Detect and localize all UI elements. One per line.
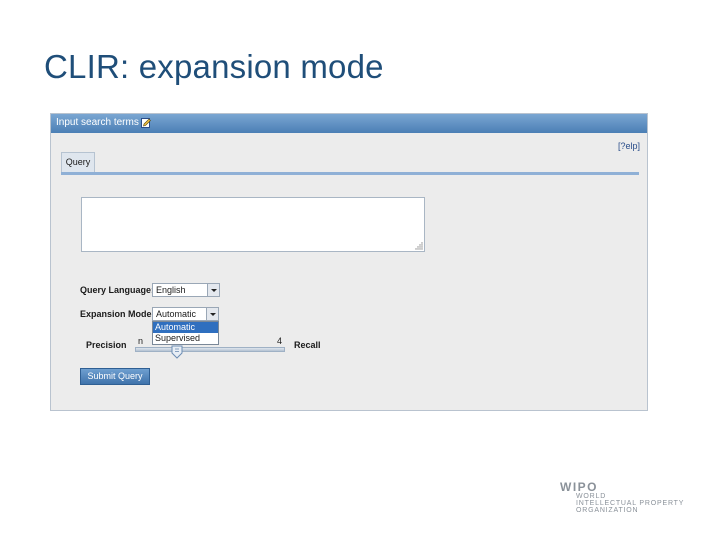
recall-label: Recall <box>294 340 321 350</box>
panel-title: Input search terms <box>56 117 139 128</box>
query-language-select[interactable]: English <box>152 283 220 297</box>
query-language-label: Query Language: <box>80 285 155 295</box>
query-language-value: English <box>156 285 186 295</box>
chevron-down-icon[interactable] <box>207 284 219 296</box>
help-link[interactable]: [?elp] <box>618 141 640 151</box>
panel-header: Input search terms <box>51 114 647 133</box>
expansion-mode-value: Automatic <box>156 309 197 319</box>
wipo-logo-word: WIPO <box>560 480 598 494</box>
slider-min-label: n <box>138 336 144 346</box>
slider-max-label: 4 <box>277 336 283 346</box>
wipo-logo-line1: WORLD <box>576 493 607 500</box>
precision-recall-slider-track[interactable] <box>135 347 285 352</box>
expansion-mode-label: Expansion Mode: <box>80 309 155 319</box>
edit-icon[interactable] <box>141 117 151 128</box>
query-textarea[interactable] <box>81 197 425 252</box>
search-panel: Input search terms [?elp] Query Query La… <box>50 113 648 411</box>
wipo-logo: WIPO WORLD INTELLECTUAL PROPERTY ORGANIZ… <box>560 480 700 516</box>
expansion-mode-dropdown: Automatic Supervised <box>152 321 219 345</box>
dropdown-option-automatic[interactable]: Automatic <box>153 322 218 333</box>
dropdown-option-supervised[interactable]: Supervised <box>153 333 218 344</box>
slider-thumb[interactable] <box>171 345 183 359</box>
slide-title: CLIR: expansion mode <box>44 48 384 85</box>
chevron-down-icon[interactable] <box>206 308 218 320</box>
expansion-mode-select[interactable]: Automatic <box>152 307 219 321</box>
precision-label: Precision <box>86 340 127 350</box>
wipo-logo-line2: INTELLECTUAL PROPERTY <box>576 500 685 507</box>
resize-grip-icon[interactable] <box>415 242 423 250</box>
submit-query-button[interactable]: Submit Query <box>80 368 150 385</box>
wipo-logo-line3: ORGANIZATION <box>576 507 639 514</box>
tab-strip: Query <box>61 152 639 175</box>
tab-query[interactable]: Query <box>61 152 95 172</box>
